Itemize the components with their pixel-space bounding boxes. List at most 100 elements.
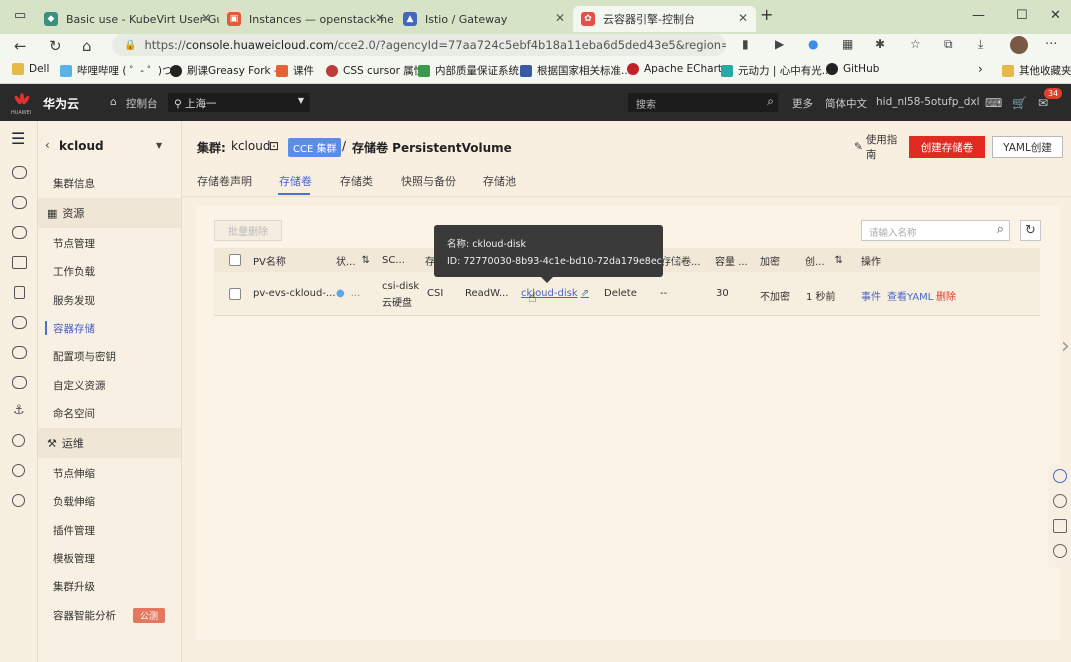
play-icon[interactable]: ▶ xyxy=(775,37,784,51)
close-window-icon[interactable]: ✕ xyxy=(1050,8,1061,23)
browser-tab[interactable]: ▣ Instances — openstack-heat 19. ✕ xyxy=(219,6,393,32)
bookmark-item[interactable]: GitHub xyxy=(826,63,879,75)
feedback-icon[interactable] xyxy=(1053,519,1067,533)
close-tab-icon[interactable]: ✕ xyxy=(738,11,748,25)
batch-delete-button[interactable]: 批量删除 xyxy=(214,220,282,241)
extension-icon[interactable]: ▦ xyxy=(842,37,853,51)
sidebar-item-addons[interactable]: 插件管理 xyxy=(38,515,181,545)
view-yaml-link[interactable]: 查看YAML xyxy=(887,288,933,303)
browser-tab[interactable]: ◆ Basic use - KubeVirt User-Guide ✕ xyxy=(36,6,219,32)
minimize-icon[interactable]: — xyxy=(972,8,985,23)
close-tab-icon[interactable]: ✕ xyxy=(555,11,565,25)
favorites-icon[interactable]: ☆ xyxy=(910,37,921,51)
back-chevron-icon[interactable]: ‹ xyxy=(45,138,50,152)
sidebar-item-nodes[interactable]: 节点管理 xyxy=(38,228,181,258)
cloud-service-icon[interactable] xyxy=(12,166,27,179)
tab-snapshots[interactable]: 快照与备份 xyxy=(401,173,456,189)
user-menu[interactable]: hid_nl58-5otufp_dxl xyxy=(876,96,980,108)
bookmark-item[interactable]: 内部质量保证系统 xyxy=(418,63,519,78)
sidebar-item-crd[interactable]: 自定义资源 xyxy=(38,370,181,400)
sidebar-item-upgrade[interactable]: 集群升级 xyxy=(38,571,181,601)
caret-down-icon[interactable]: ▼ xyxy=(156,141,162,150)
col-created[interactable]: 创... ⇅ xyxy=(805,248,843,272)
terminal-icon[interactable]: ⊡ xyxy=(269,139,279,153)
url-input[interactable]: 🔒 https://console.huaweicloud.com/cce2.0… xyxy=(112,34,726,56)
next-arrow-icon[interactable]: › xyxy=(1061,334,1070,359)
console-link[interactable]: 控制台 xyxy=(126,96,158,111)
assistant-icon[interactable] xyxy=(1053,469,1067,483)
select-all-checkbox[interactable] xyxy=(229,254,241,266)
sidebar-item-workloads[interactable]: 工作负载 xyxy=(38,256,181,286)
bookmark-item[interactable]: 哔哩哔哩 ( ゜- ゜)つ... xyxy=(60,63,183,78)
hamburger-menu-icon[interactable]: ☰ xyxy=(11,129,25,148)
cluster-icon[interactable] xyxy=(12,464,25,477)
refresh-icon[interactable]: ↻ xyxy=(49,37,62,55)
extensions-puzzle-icon[interactable]: ✱ xyxy=(875,37,885,51)
bookmark-item[interactable]: CSS cursor 属性 xyxy=(326,63,424,78)
delete-link[interactable]: 删除 xyxy=(936,288,956,303)
bridge-icon[interactable] xyxy=(12,256,27,269)
cart-icon[interactable]: 🛒 xyxy=(1012,96,1027,110)
sidebar-item-templates[interactable]: 模板管理 xyxy=(38,543,181,573)
bookmark-item[interactable]: 根据国家相关标准... xyxy=(520,63,631,78)
close-tab-icon[interactable]: ✕ xyxy=(375,11,385,25)
bookmark-item[interactable]: Apache ECharts xyxy=(627,63,727,75)
sidebar-item-node-scaling[interactable]: 节点伸缩 xyxy=(38,458,181,488)
tab-storage-pool[interactable]: 存储池 xyxy=(483,173,516,189)
document-icon[interactable] xyxy=(14,286,25,299)
cloud-icon[interactable] xyxy=(12,376,27,389)
ip-icon[interactable] xyxy=(12,434,25,447)
bookmark-item[interactable]: 元动力 | 心中有光... xyxy=(721,63,832,78)
tab-pv[interactable]: 存储卷 xyxy=(279,173,312,189)
bookmark-item[interactable]: Dell xyxy=(12,63,49,75)
cluster-name-select[interactable]: kcloud xyxy=(59,139,104,153)
tab-pvc[interactable]: 存储卷声明 xyxy=(197,173,252,189)
global-search-input[interactable]: 搜索 ⌕ xyxy=(628,93,778,112)
cloud-icon[interactable] xyxy=(12,346,27,359)
sidebar-item-cluster-info[interactable]: 集群信息 xyxy=(38,168,181,198)
browser-tab-active[interactable]: ✿ 云容器引擎-控制台 ✕ xyxy=(573,6,756,32)
cloud-icon[interactable] xyxy=(12,316,27,329)
maximize-icon[interactable]: ☐ xyxy=(1016,8,1028,23)
sidebar-item-namespaces[interactable]: 命名空间 xyxy=(38,398,181,428)
language-select[interactable]: 简体中文 xyxy=(825,96,867,111)
tab-storageclass[interactable]: 存储类 xyxy=(340,173,373,189)
search-icon[interactable]: ⌕ xyxy=(997,222,1004,237)
avatar[interactable] xyxy=(1010,36,1028,54)
bookmark-item[interactable]: 课件 xyxy=(276,63,314,78)
terminal-icon[interactable]: ⌨ xyxy=(985,96,1002,110)
region-select[interactable]: ⚲ 上海一 ▼ xyxy=(168,93,310,112)
bookmark-item[interactable]: 刷课Greasy Fork -... xyxy=(170,63,288,78)
brand-name[interactable]: 华为云 xyxy=(43,95,79,112)
tab-actions-icon[interactable]: ▭ xyxy=(14,8,26,23)
sidebar-group-ops[interactable]: ⚒ 运维 xyxy=(38,428,181,458)
col-status[interactable]: 状... ⇅ xyxy=(336,248,370,272)
extension-icon[interactable]: ● xyxy=(808,37,818,51)
refresh-button[interactable]: ↻ xyxy=(1020,220,1041,241)
other-favorites[interactable]: 其他收藏夹 xyxy=(1002,63,1071,78)
sidebar-item-services[interactable]: 服务发现 xyxy=(38,285,181,315)
anchor-icon[interactable]: ⚓ xyxy=(13,403,25,418)
copy-icon[interactable]: ⧉ xyxy=(673,256,680,267)
chevron-right-icon[interactable]: › xyxy=(978,62,983,76)
collections-icon[interactable]: ⧉ xyxy=(944,37,953,52)
smile-icon[interactable] xyxy=(1053,544,1067,558)
create-volume-button[interactable]: 创建存储卷 xyxy=(909,136,985,158)
new-tab-icon[interactable]: + xyxy=(760,5,773,24)
home-icon[interactable]: ⌂ xyxy=(82,37,92,55)
back-icon[interactable]: ← xyxy=(14,37,27,55)
guide-link[interactable]: ✎ 使用指南 xyxy=(854,134,906,161)
sidebar-item-ai-analysis[interactable]: 容器智能分析 公测 xyxy=(38,600,181,630)
name-search-input[interactable]: 请输入名称 ⌕ xyxy=(861,220,1010,241)
sidebar-item-storage[interactable]: 容器存储 xyxy=(38,313,181,343)
sidebar-item-workload-scaling[interactable]: 负载伸缩 xyxy=(38,486,181,516)
close-tab-icon[interactable]: ✕ xyxy=(201,11,211,25)
more-menu-icon[interactable]: ··· xyxy=(1045,37,1057,52)
downloads-icon[interactable]: ⤓ xyxy=(978,37,983,52)
sidebar-item-configmaps[interactable]: 配置项与密钥 xyxy=(38,341,181,371)
cloud-service-icon[interactable] xyxy=(12,196,27,209)
cloud-service-icon[interactable] xyxy=(12,226,27,239)
globe-icon[interactable] xyxy=(12,494,25,507)
huawei-logo-icon[interactable] xyxy=(12,92,32,112)
sidebar-group-resources[interactable]: ▦ 资源 xyxy=(38,198,181,228)
